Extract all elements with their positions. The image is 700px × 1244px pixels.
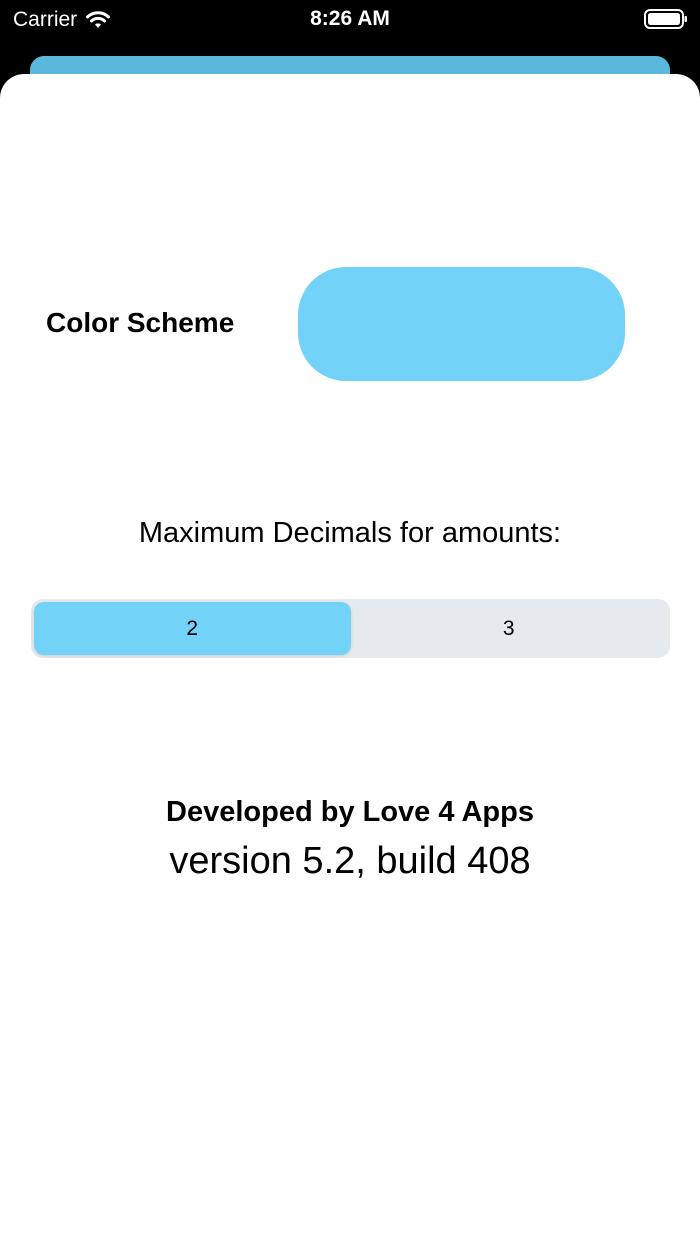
decimals-label: Maximum Decimals for amounts: xyxy=(138,517,562,549)
color-scheme-button[interactable] xyxy=(298,267,625,381)
color-scheme-label: Color Scheme xyxy=(46,307,235,338)
battery-icon xyxy=(644,9,688,29)
version-info: version 5.2, build 408 xyxy=(169,840,531,882)
decimals-option-2[interactable]: 2 xyxy=(34,602,351,655)
decimals-segmented-control: 2 3 xyxy=(31,599,670,658)
settings-sheet xyxy=(0,74,700,1244)
status-bar: Carrier 8:26 AM xyxy=(0,0,700,40)
status-time: 8:26 AM xyxy=(310,7,390,30)
decimals-option-3[interactable]: 3 xyxy=(351,602,668,655)
app-screen: Carrier 8:26 AM Color Scheme Maximum Dec… xyxy=(0,0,700,1244)
developer-credit: Developed by Love 4 Apps xyxy=(166,796,534,828)
